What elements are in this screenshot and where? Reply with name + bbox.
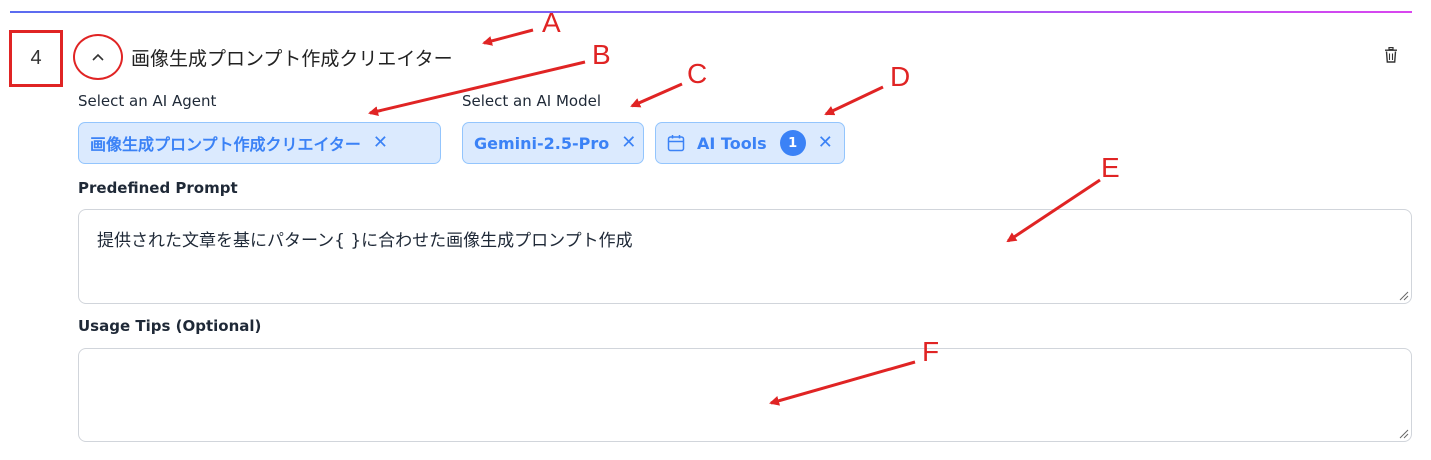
tools-chip-label: AI Tools <box>697 133 767 153</box>
annotation-label-b: B <box>592 39 611 70</box>
resize-grip-icon[interactable] <box>1397 289 1409 301</box>
collapse-button[interactable] <box>73 34 123 80</box>
annotation-label-d: D <box>890 61 911 92</box>
annotation-label-a: A <box>542 7 561 38</box>
model-chip-label: Gemini-2.5-Pro <box>474 133 610 153</box>
tips-label: Usage Tips (Optional) <box>78 317 262 335</box>
agent-title: 画像生成プロンプト作成クリエイター <box>131 48 453 70</box>
delete-button[interactable] <box>1381 45 1401 65</box>
trash-icon <box>1385 47 1397 63</box>
prompt-textarea[interactable]: 提供された文章を基にパターン{ }に合わせた画像生成プロンプト作成 <box>78 209 1412 304</box>
tools-chip[interactable]: AI Tools 1 ✕ <box>655 122 845 164</box>
resize-grip-icon[interactable] <box>1397 427 1409 439</box>
agent-select-label: Select an AI Agent <box>78 92 217 110</box>
section-divider <box>10 11 1412 13</box>
calendar-icon <box>667 134 685 152</box>
model-select-label: Select an AI Model <box>462 92 601 110</box>
remove-agent-icon[interactable]: ✕ <box>373 134 388 152</box>
agent-chip[interactable]: 画像生成プロンプト作成クリエイター ✕ <box>78 122 441 164</box>
arrow-a <box>482 28 534 46</box>
model-chip[interactable]: Gemini-2.5-Pro ✕ <box>462 122 644 164</box>
prompt-label: Predefined Prompt <box>78 179 238 197</box>
agent-chip-label: 画像生成プロンプト作成クリエイター <box>90 135 361 154</box>
arrow-c <box>630 82 683 108</box>
chevron-up-icon <box>92 53 104 61</box>
tips-textarea[interactable] <box>78 348 1412 442</box>
remove-tools-icon[interactable]: ✕ <box>818 134 833 152</box>
arrow-d <box>824 85 884 116</box>
annotation-label-e: E <box>1101 152 1120 183</box>
tools-count-badge: 1 <box>779 130 806 156</box>
remove-model-icon[interactable]: ✕ <box>621 134 636 152</box>
annotation-label-c: C <box>687 58 708 89</box>
annotation-label-f: F <box>922 336 940 367</box>
step-number: 4 <box>9 30 63 87</box>
